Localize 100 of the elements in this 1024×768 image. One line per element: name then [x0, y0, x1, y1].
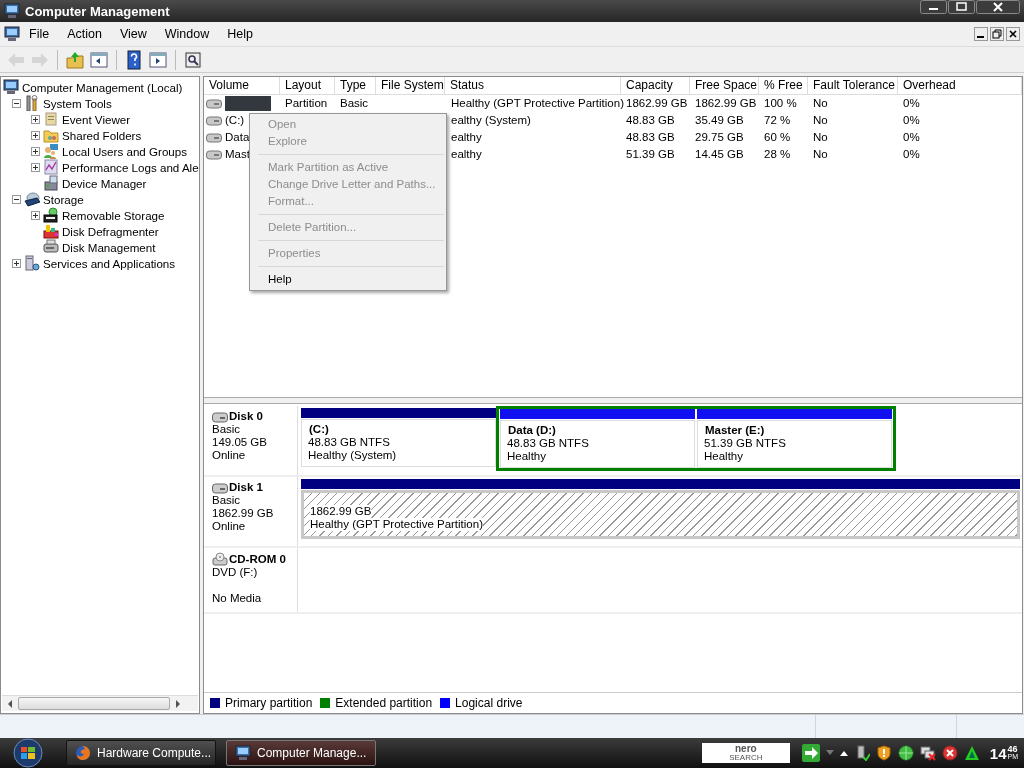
- tree-item[interactable]: Computer Management (Local): [22, 80, 183, 94]
- table-cell-text: ealthy: [450, 130, 483, 145]
- table-cell[interactable]: Data: [225, 129, 250, 146]
- table-cell-text: 29.75 GB: [694, 130, 745, 145]
- taskbar-button[interactable]: Hardware Compute...: [66, 740, 216, 766]
- tree-item[interactable]: System Tools: [43, 96, 112, 110]
- tree-item[interactable]: Services and Applications: [43, 256, 176, 270]
- globe-icon[interactable]: [897, 745, 914, 761]
- disk-detail: DVD (F:): [212, 566, 259, 579]
- disk-detail: Basic: [212, 423, 242, 436]
- table-cell-text: Partition: [284, 96, 329, 111]
- tree-item[interactable]: Device Manager: [62, 176, 147, 190]
- device-icon: [43, 175, 59, 191]
- table-cell[interactable]: Mast: [225, 146, 250, 163]
- shield-icon[interactable]: [875, 745, 892, 761]
- chart-icon: [43, 159, 59, 175]
- column-header[interactable]: Capacity: [621, 77, 690, 95]
- show-tree-icon[interactable]: [89, 49, 109, 70]
- partition-status: Healthy (GPT Protective Partition): [310, 518, 483, 531]
- scroll-thumb[interactable]: [18, 697, 170, 710]
- tree-item[interactable]: Disk Management: [62, 240, 156, 254]
- restore-icon[interactable]: [990, 27, 1004, 41]
- expand-icon[interactable]: [31, 210, 40, 220]
- column-header[interactable]: Layout: [280, 77, 335, 95]
- partition-box[interactable]: Master (E:) 51.39 GB NTFS Healthy: [697, 420, 892, 468]
- column-header[interactable]: File System: [376, 77, 445, 95]
- tree-item[interactable]: Disk Defragmenter: [62, 224, 159, 238]
- legend-label: Logical drive: [455, 696, 523, 710]
- menu-item[interactable]: File: [20, 27, 59, 41]
- expand-icon[interactable]: [31, 146, 40, 156]
- collapse-icon[interactable]: [12, 98, 21, 108]
- menu-item[interactable]: Window: [155, 27, 219, 41]
- partition-box[interactable]: 1862.99 GB Healthy (GPT Protective Partition): [301, 490, 1020, 539]
- show-pane-icon[interactable]: [148, 49, 168, 70]
- collapse-icon[interactable]: [12, 194, 21, 204]
- table-cell-text: Basic: [339, 96, 370, 111]
- column-header[interactable]: % Free: [759, 77, 808, 95]
- horizontal-scrollbar[interactable]: [2, 695, 198, 711]
- table-cell-text: 51.39 GB: [625, 147, 676, 162]
- partition-size: 1862.99 GB: [310, 505, 372, 518]
- expand-icon[interactable]: [31, 162, 40, 172]
- expand-icon[interactable]: [12, 258, 21, 268]
- disk-drive-icon: [212, 481, 228, 494]
- partition-status: Healthy (System): [308, 449, 398, 462]
- menu-item[interactable]: Help: [250, 271, 446, 288]
- dropdown-caret-icon[interactable]: [825, 750, 834, 756]
- maximize-icon[interactable]: [948, 0, 975, 14]
- search-logo[interactable]: nero SEARCH: [701, 743, 790, 763]
- properties-icon[interactable]: [183, 49, 203, 70]
- column-header[interactable]: Overhead: [898, 77, 1022, 95]
- scroll-left-icon[interactable]: [6, 699, 14, 708]
- partition-status: Healthy: [704, 450, 744, 463]
- expand-icon[interactable]: [31, 114, 40, 124]
- close-icon[interactable]: [1006, 27, 1020, 41]
- users-icon: [43, 143, 59, 159]
- help-icon[interactable]: [124, 49, 144, 70]
- window-title: Computer Management: [25, 3, 170, 19]
- arrow-right-icon[interactable]: [801, 744, 820, 762]
- table-cell[interactable]: (C:): [225, 112, 245, 129]
- tree-item[interactable]: Local Users and Groups: [62, 144, 188, 158]
- table-cell-text: 60 %: [763, 130, 792, 145]
- disk-detail: Basic: [212, 494, 242, 507]
- table-cell-text: No: [812, 113, 829, 128]
- column-header[interactable]: Fault Tolerance: [808, 77, 898, 95]
- expand-icon[interactable]: [31, 130, 40, 140]
- column-header[interactable]: Status: [445, 77, 621, 95]
- tree-item[interactable]: Performance Logs and Ale: [62, 160, 199, 174]
- show-hidden-icon[interactable]: [839, 750, 848, 756]
- menu-item[interactable]: Help: [218, 27, 262, 41]
- app-icon: [4, 26, 20, 42]
- column-header[interactable]: Type: [335, 77, 376, 95]
- minimize-icon[interactable]: [974, 27, 988, 41]
- menu-item[interactable]: View: [110, 27, 156, 41]
- legend-label: Primary partition: [225, 696, 313, 710]
- taskbar-button[interactable]: Computer Manage...: [226, 740, 376, 766]
- partition-title: Master (E:): [704, 424, 766, 437]
- blocked-shield-icon[interactable]: [941, 745, 958, 761]
- menu-item[interactable]: Action: [58, 27, 111, 41]
- table-cell-text: No: [812, 147, 829, 162]
- column-header[interactable]: Volume: [204, 77, 280, 95]
- drive-icon: [206, 98, 222, 109]
- partition-box[interactable]: Data (D:) 48.83 GB NTFS Healthy: [500, 420, 695, 468]
- table-cell-text: No: [812, 130, 829, 145]
- disk-name: CD-ROM 0: [229, 552, 286, 566]
- clock-hour[interactable]: 14: [989, 744, 1007, 762]
- clock-minute[interactable]: 46: [1007, 745, 1018, 753]
- tree-item[interactable]: Removable Storage: [62, 208, 165, 222]
- close-icon[interactable]: [976, 0, 1020, 14]
- app-icon: [4, 3, 20, 19]
- minimize-icon[interactable]: [920, 0, 947, 14]
- network-error-icon[interactable]: [919, 745, 936, 761]
- computer-icon: [3, 79, 19, 95]
- column-header[interactable]: Free Space: [690, 77, 759, 95]
- tree-item[interactable]: Event Viewer: [62, 112, 131, 126]
- tree-item[interactable]: Shared Folders: [62, 128, 142, 142]
- folder-icon: [43, 127, 59, 143]
- triangle-icon[interactable]: [963, 745, 980, 761]
- partition-box[interactable]: (C:) 48.83 GB NTFS Healthy (System): [301, 419, 496, 467]
- tree-item[interactable]: Storage: [43, 192, 84, 206]
- scroll-right-icon[interactable]: [174, 699, 182, 708]
